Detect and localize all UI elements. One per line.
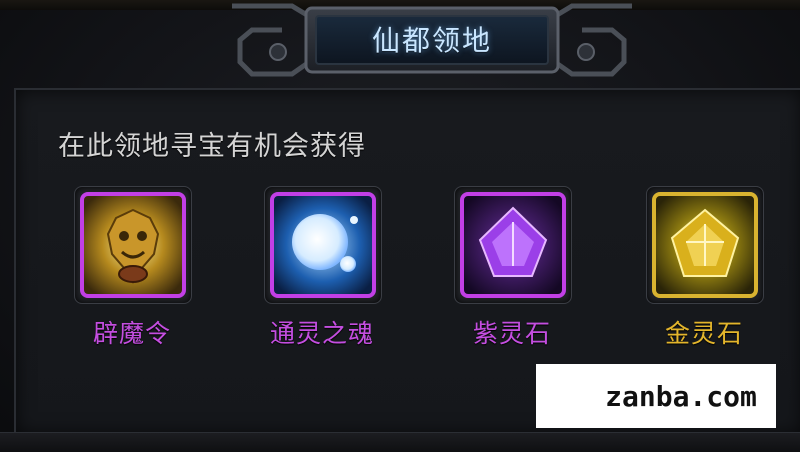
title-plaque: 仙都领地 <box>232 0 632 90</box>
reward-description: 在此领地寻宝有机会获得 <box>58 131 366 162</box>
gold-spirit-stone-icon <box>652 192 758 298</box>
reward-label: 紫灵石 <box>472 319 551 348</box>
purple-spirit-stone-icon <box>460 192 566 298</box>
panel-title: 仙都领地 <box>371 24 492 57</box>
watermark-box: zanba.com <box>536 364 776 428</box>
spirit-soul-orb-icon <box>270 192 376 298</box>
reward-item-ziling-shi[interactable]: 紫灵石 <box>442 186 582 356</box>
reward-label: 金灵石 <box>664 319 743 348</box>
bottom-border <box>0 432 800 452</box>
reward-item-jinling-shi[interactable]: 金灵石 <box>634 186 774 356</box>
reward-item-tongling-zhihun[interactable]: 通灵之魂 <box>252 186 392 356</box>
golden-beast-token-icon <box>80 192 186 298</box>
reward-slot[interactable] <box>646 186 764 304</box>
watermark-text: zanba.com <box>605 379 757 413</box>
treasure-panel: 仙都领地 在此领地寻宝有机会获得 辟魔令 通灵之魂 紫灵石 金灵石 zanba.… <box>0 0 800 452</box>
reward-slot[interactable] <box>74 186 192 304</box>
reward-slot[interactable] <box>454 186 572 304</box>
reward-slot[interactable] <box>264 186 382 304</box>
reward-item-pimo-ling[interactable]: 辟魔令 <box>62 186 202 356</box>
reward-label: 辟魔令 <box>92 319 171 348</box>
reward-label: 通灵之魂 <box>269 319 374 348</box>
